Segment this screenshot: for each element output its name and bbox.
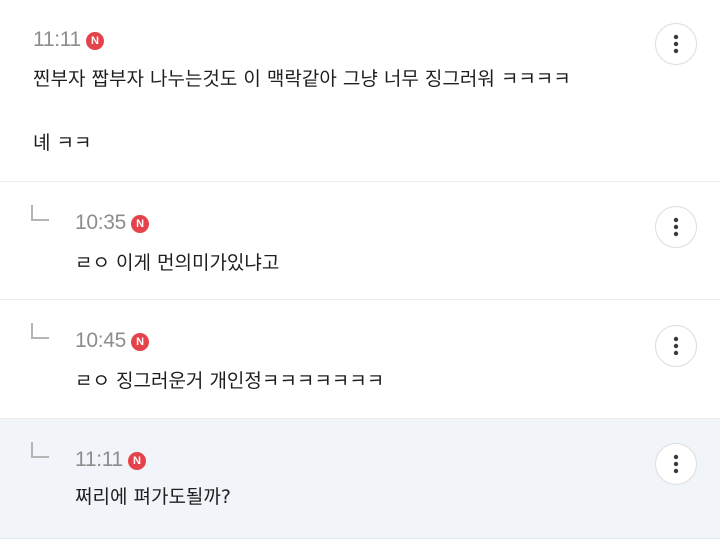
reply-item: 11:11 N 쩌리에 펴가도될까?: [0, 419, 720, 539]
comment-meta: 11:11 N: [75, 448, 146, 472]
comment-text: ㄹㅇ 징그러운거 개인정ㅋㅋㅋㅋㅋㅋㅋ: [75, 370, 385, 392]
more-options-button[interactable]: [655, 443, 697, 485]
comment-text: 찐부자 짭부자 나누는것도 이 맥락같아 그냥 너무 징그러워 ㅋㅋㅋㅋ: [33, 68, 571, 90]
reply-item: 10:45 N ㄹㅇ 징그러운거 개인정ㅋㅋㅋㅋㅋㅋㅋ: [0, 300, 720, 419]
comment-time: 11:11: [33, 28, 81, 51]
more-vertical-icon: [673, 336, 679, 356]
more-vertical-icon: [673, 454, 679, 474]
reply-item: 10:35 N ㄹㅇ 이게 먼의미가있냐고: [0, 182, 720, 300]
new-badge: N: [131, 332, 150, 351]
comment-meta: 10:45 N: [75, 329, 150, 353]
reply-arrow-icon: [31, 205, 49, 221]
comment-time: 10:35: [75, 211, 127, 234]
more-options-button[interactable]: [655, 23, 697, 65]
comment-time: 11:11: [75, 448, 123, 471]
more-vertical-icon: [673, 217, 679, 237]
new-badge: N: [85, 31, 104, 50]
comment-item: 11:11 N 찐부자 짭부자 나누는것도 이 맥락같아 그냥 너무 징그러워 …: [0, 0, 720, 182]
comment-time: 10:45: [75, 329, 127, 352]
comment-text: 쩌리에 펴가도될까?: [75, 486, 231, 508]
more-options-button[interactable]: [655, 206, 697, 248]
comment-meta: 11:11 N: [33, 28, 104, 52]
more-options-button[interactable]: [655, 325, 697, 367]
new-badge: N: [131, 214, 150, 233]
more-vertical-icon: [673, 34, 679, 54]
comment-meta: 10:35 N: [75, 211, 150, 235]
comment-text: ㄹㅇ 이게 먼의미가있냐고: [75, 252, 280, 274]
comment-text: 녜 ㅋㅋ: [33, 132, 92, 154]
reply-arrow-icon: [31, 442, 49, 458]
new-badge: N: [127, 451, 146, 470]
reply-arrow-icon: [31, 323, 49, 339]
